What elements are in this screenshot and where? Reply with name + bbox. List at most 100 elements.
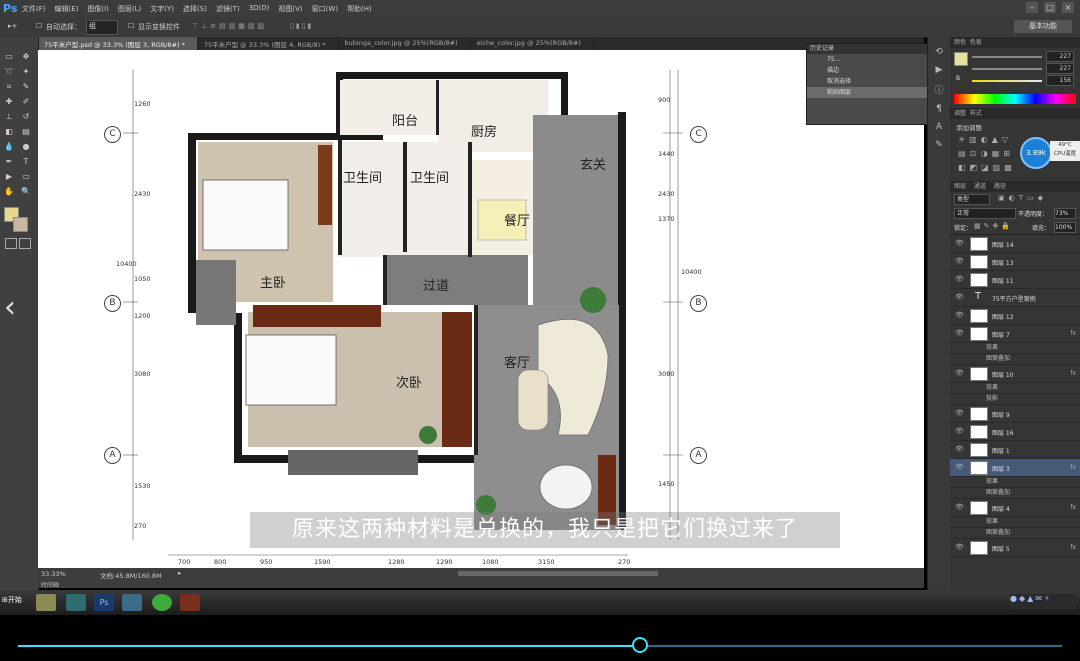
browser-icon[interactable] bbox=[152, 594, 172, 611]
lock-icons[interactable]: ▦✎✥🔒 bbox=[974, 222, 1013, 230]
info-icon[interactable]: ⓘ bbox=[934, 83, 943, 96]
layer-filter-icons[interactable]: ▣◐T▭◆ bbox=[998, 194, 1047, 202]
color-spectrum[interactable] bbox=[954, 94, 1076, 104]
opacity-value[interactable]: 73% bbox=[1054, 208, 1076, 219]
document-tab[interactable]: bubinga_color.jpg @ 25%(RGB/8#) bbox=[339, 37, 471, 50]
adjust-icons-row2[interactable]: ▤⚖◑▦⊞ bbox=[958, 149, 1014, 158]
auto-select-checkbox[interactable]: ☐ bbox=[36, 22, 42, 30]
explorer-icon[interactable] bbox=[36, 594, 56, 611]
layer-row[interactable]: 👁 图层 4 fx bbox=[950, 499, 1080, 517]
fx-icon[interactable]: fx bbox=[1070, 504, 1076, 511]
stamp-tool-icon[interactable]: ⊥ bbox=[3, 111, 15, 123]
actions-icon[interactable]: ▶ bbox=[936, 65, 943, 75]
transform-checkbox[interactable]: ☐ bbox=[128, 22, 134, 30]
history-item[interactable]: 取消选择 bbox=[807, 76, 927, 87]
menu-item[interactable]: 滤镜(T) bbox=[216, 4, 240, 14]
layer-row[interactable]: 👁 图层 14 bbox=[950, 235, 1080, 253]
layer-row[interactable]: 👁 图层 16 bbox=[950, 423, 1080, 441]
lasso-tool-icon[interactable]: ➰ bbox=[3, 66, 15, 78]
system-tray[interactable]: ●◆▲✉⚡ bbox=[1010, 594, 1076, 610]
zoom-tool-icon[interactable]: 🔍 bbox=[20, 186, 32, 198]
eraser-icon[interactable]: ◧ bbox=[3, 126, 15, 138]
brush-tool-icon[interactable]: ✐ bbox=[20, 96, 32, 108]
layer-effect[interactable]: 图案叠加 bbox=[950, 354, 1080, 365]
menu-item[interactable]: 图层(L) bbox=[118, 4, 141, 14]
move-tool-icon[interactable]: ✥ bbox=[20, 51, 32, 63]
adjust-icons-row1[interactable]: ☀▥◐▲▽ bbox=[958, 135, 1012, 144]
menu-item[interactable]: 文件(F) bbox=[22, 4, 46, 14]
timeline-label[interactable]: 时间轴 bbox=[41, 580, 59, 589]
layer-panel-tab[interactable]: 路径 bbox=[994, 183, 1006, 190]
layer-row[interactable]: 👁 T 75平方户型案例 bbox=[950, 289, 1080, 307]
magic-wand-icon[interactable]: ✦ bbox=[20, 66, 32, 78]
layer-row[interactable]: 👁 图层 9 bbox=[950, 405, 1080, 423]
layers-tabs[interactable]: 图层 通道 路径 bbox=[950, 181, 1080, 192]
visibility-icon[interactable]: 👁 bbox=[955, 275, 964, 283]
shape-tool-icon[interactable]: ▭ bbox=[20, 171, 32, 183]
layer-effect[interactable]: 效果 bbox=[950, 383, 1080, 394]
visibility-icon[interactable]: 👁 bbox=[955, 257, 964, 265]
pen-tool-icon[interactable]: ✒ bbox=[3, 156, 15, 168]
horizontal-scrollbar[interactable] bbox=[458, 571, 658, 576]
crop-tool-icon[interactable]: ⌗ bbox=[3, 81, 15, 93]
paragraph-icon[interactable]: ¶ bbox=[936, 104, 942, 114]
visibility-icon[interactable]: 👁 bbox=[955, 463, 964, 471]
move-tool-icon[interactable]: ▸+ bbox=[8, 22, 17, 30]
distribute-icons[interactable]: ▯▮▯▮ bbox=[290, 22, 313, 30]
zoom-level[interactable]: 33.33% bbox=[41, 570, 66, 578]
fx-icon[interactable]: fx bbox=[1070, 330, 1076, 337]
close-icon[interactable]: × bbox=[1062, 2, 1074, 13]
layer-effect[interactable]: 投影 bbox=[950, 394, 1080, 405]
history-brush-icon[interactable]: ↺ bbox=[20, 111, 32, 123]
weather-badge[interactable]: 3.89k bbox=[1020, 137, 1052, 169]
layer-panel-tab[interactable]: 图层 bbox=[954, 183, 966, 190]
fx-icon[interactable]: fx bbox=[1070, 370, 1076, 377]
path-select-icon[interactable]: ▶ bbox=[3, 171, 15, 183]
history-item[interactable]: 75... bbox=[807, 54, 927, 65]
menu-item[interactable]: 视图(V) bbox=[278, 4, 302, 14]
auto-select-dropdown[interactable]: 组 bbox=[86, 20, 118, 35]
hand-tool-icon[interactable]: ✋ bbox=[3, 186, 15, 198]
menu-item[interactable]: 帮助(H) bbox=[347, 4, 372, 14]
eyedropper-icon[interactable]: ✎ bbox=[20, 81, 32, 93]
visibility-icon[interactable]: 👁 bbox=[955, 311, 964, 319]
layer-panel-tab[interactable]: 通道 bbox=[974, 183, 986, 190]
media-player-icon[interactable] bbox=[180, 594, 200, 611]
status-arrow-icon[interactable]: ▸ bbox=[178, 569, 181, 577]
prev-arrow-icon[interactable]: ‹ bbox=[4, 290, 16, 325]
visibility-icon[interactable]: 👁 bbox=[955, 445, 964, 453]
layer-effect[interactable]: 图案叠加 bbox=[950, 528, 1080, 539]
screen-mode-icon[interactable] bbox=[19, 238, 31, 249]
visibility-icon[interactable]: 👁 bbox=[955, 543, 964, 551]
color-g-value[interactable]: 227 bbox=[1046, 63, 1074, 74]
layer-effect[interactable]: 图案叠加 bbox=[950, 488, 1080, 499]
adjust-tabs[interactable]: 调整 样式 bbox=[950, 108, 1080, 119]
visibility-icon[interactable]: 👁 bbox=[955, 329, 964, 337]
type-tool-icon[interactable]: T bbox=[20, 156, 32, 168]
visibility-icon[interactable]: 👁 bbox=[955, 239, 964, 247]
layer-row[interactable]: 👁 图层 7 fx bbox=[950, 325, 1080, 343]
layer-row[interactable]: 👁 图层 10 fx bbox=[950, 365, 1080, 383]
app-icon[interactable] bbox=[66, 594, 86, 611]
layer-kind-dropdown[interactable]: 类型 bbox=[954, 194, 990, 205]
menu-item[interactable]: 编辑(E) bbox=[55, 4, 79, 14]
workspace-button[interactable]: 基本功能 bbox=[1014, 20, 1072, 33]
layer-row[interactable]: 👁 图层 3 fx bbox=[950, 459, 1080, 477]
menu-item[interactable]: 文字(Y) bbox=[150, 4, 174, 14]
menu-item[interactable]: 图像(I) bbox=[87, 4, 109, 14]
history-panel-icon[interactable]: ⟲ bbox=[935, 47, 943, 57]
healing-brush-icon[interactable]: ✚ bbox=[3, 96, 15, 108]
layer-effect[interactable]: 效果 bbox=[950, 517, 1080, 528]
layer-effect[interactable]: 效果 bbox=[950, 477, 1080, 488]
photoshop-taskbar-icon[interactable]: Ps bbox=[94, 594, 114, 611]
document-tab[interactable]: 75平米户型 @ 33.3% (图层 4, RGB/8) * bbox=[198, 37, 339, 50]
color-b-value[interactable]: 156 bbox=[1046, 75, 1074, 86]
character-icon[interactable]: A bbox=[936, 122, 942, 132]
minimize-icon[interactable]: – bbox=[1026, 2, 1038, 13]
blend-mode-dropdown[interactable]: 正常 bbox=[954, 208, 1016, 219]
layer-row[interactable]: 👁 图层 12 bbox=[950, 307, 1080, 325]
history-item[interactable]: 粘贴图层 bbox=[807, 87, 927, 98]
image-viewer-icon[interactable] bbox=[122, 594, 142, 611]
background-color-swatch[interactable] bbox=[13, 217, 28, 232]
canvas[interactable]: 阳台 厨房 卫生间 卫生间 玄关 主卧 餐厅 过道 客厅 次卧 C B A C … bbox=[38, 50, 924, 568]
